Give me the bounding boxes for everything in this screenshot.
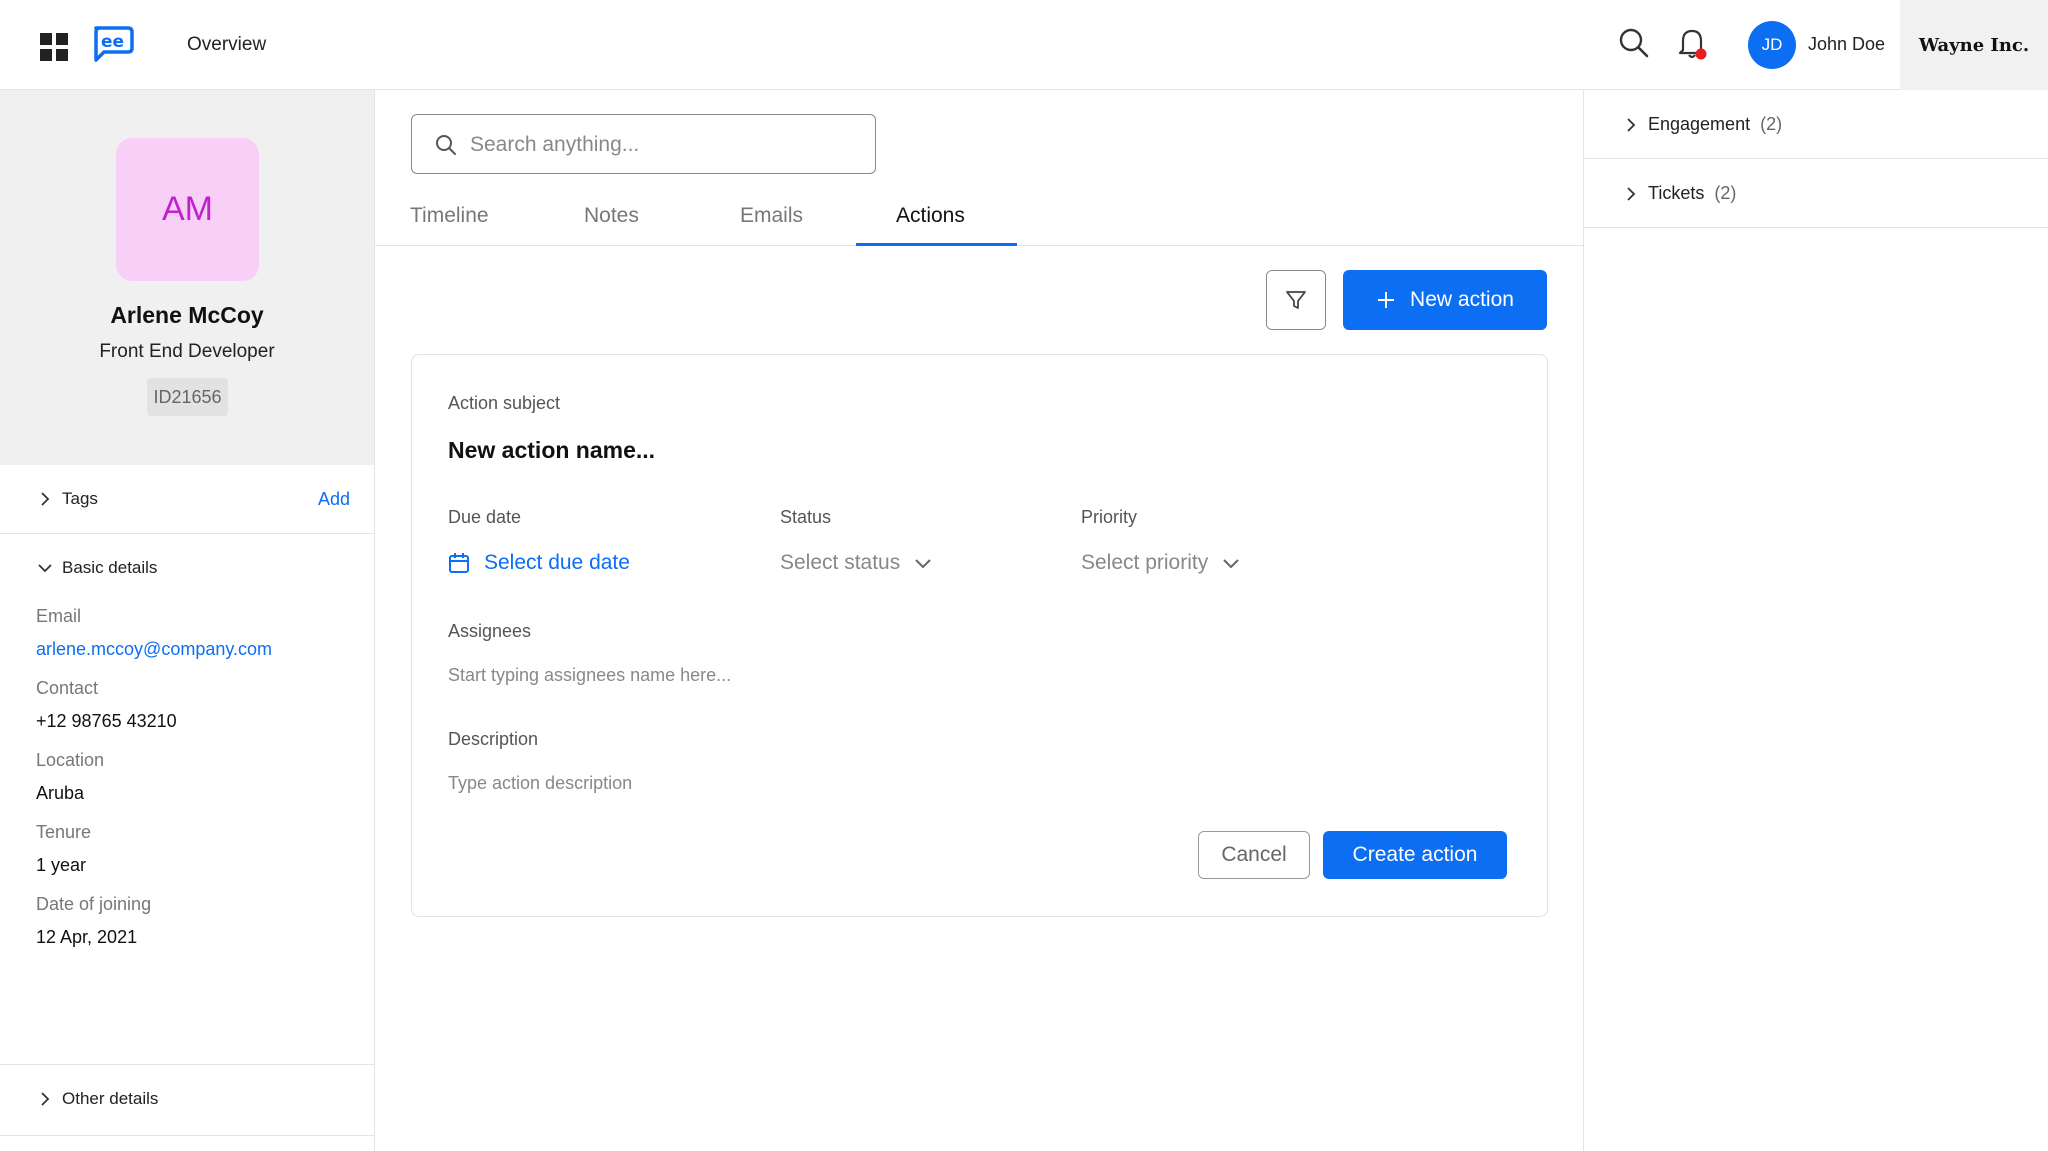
profile-sidebar: AM Arlene McCoy Front End Developer ID21…	[0, 90, 375, 1151]
description-input[interactable]: Type action description	[448, 773, 632, 794]
chevron-down-icon	[38, 564, 52, 573]
profile-name: Arlene McCoy	[110, 302, 264, 328]
nav-overview[interactable]: Overview	[187, 34, 266, 56]
engagement-toggle[interactable]: Engagement (2)	[1624, 114, 1782, 135]
new-action-button[interactable]: New action	[1343, 270, 1547, 330]
svg-text:ee: ee	[101, 32, 124, 52]
active-tab-indicator	[856, 243, 1017, 246]
new-action-label: New action	[1410, 288, 1514, 311]
other-details-title: Other details	[62, 1089, 159, 1108]
cancel-button[interactable]: Cancel	[1198, 831, 1310, 879]
status-value: Select status	[780, 551, 901, 574]
tags-title: Tags	[62, 489, 98, 508]
tab-emails[interactable]: Emails	[740, 204, 803, 228]
search-icon[interactable]	[1618, 27, 1650, 59]
top-bar: ee Overview JD John Doe Wayne Inc.	[0, 0, 2048, 90]
new-action-form: Action subject New action name... Due da…	[411, 354, 1548, 917]
profile-card: AM Arlene McCoy Front End Developer ID21…	[0, 90, 374, 465]
profile-avatar: AM	[116, 138, 259, 281]
user-name[interactable]: John Doe	[1808, 34, 1885, 55]
action-subject-label: Action subject	[448, 393, 561, 413]
chevron-down-icon	[1223, 559, 1239, 569]
due-date-value: Select due date	[484, 551, 630, 574]
search-box[interactable]	[411, 114, 876, 174]
tab-bar: Timeline Notes Emails Actions	[375, 194, 1583, 246]
tickets-title: Tickets	[1648, 183, 1705, 203]
due-date-picker[interactable]: Select due date	[448, 551, 630, 575]
tickets-section: Tickets (2)	[1584, 159, 2048, 228]
create-action-button[interactable]: Create action	[1323, 831, 1507, 879]
chat-logo-icon[interactable]: ee	[90, 24, 134, 64]
tags-toggle[interactable]: Tags	[38, 489, 98, 509]
add-tag-link[interactable]: Add	[318, 489, 350, 510]
location-value: Aruba	[36, 783, 85, 803]
tab-notes[interactable]: Notes	[584, 204, 639, 228]
priority-value: Select priority	[1081, 551, 1209, 574]
chevron-right-icon	[41, 1092, 50, 1106]
chevron-down-icon	[915, 559, 931, 569]
email-label: Email	[36, 606, 82, 626]
basic-details-toggle[interactable]: Basic details	[38, 558, 157, 578]
chevron-right-icon	[41, 492, 50, 506]
chevron-right-icon	[1627, 117, 1636, 132]
tab-actions[interactable]: Actions	[896, 204, 965, 228]
other-details-section: Other details	[0, 1065, 374, 1136]
assignees-label: Assignees	[448, 621, 532, 641]
engagement-section: Engagement (2)	[1584, 90, 2048, 159]
due-date-label: Due date	[448, 507, 522, 527]
tenure-label: Tenure	[36, 822, 92, 842]
status-select[interactable]: Select status	[780, 551, 932, 575]
filter-button[interactable]	[1266, 270, 1326, 330]
engagement-title: Engagement	[1648, 114, 1751, 134]
user-avatar[interactable]: JD	[1748, 21, 1796, 69]
email-value[interactable]: arlene.mccoy@company.com	[36, 639, 272, 660]
tickets-toggle[interactable]: Tickets (2)	[1624, 183, 1736, 204]
filter-icon	[1286, 291, 1306, 309]
organization-switcher[interactable]: Wayne Inc.	[1900, 0, 2048, 90]
bell-icon[interactable]	[1677, 26, 1709, 62]
description-label: Description	[448, 729, 539, 749]
search-icon	[436, 135, 456, 155]
basic-details-section: Basic details Email arlene.mccoy@company…	[0, 534, 374, 1065]
contact-label: Contact	[36, 678, 99, 698]
basic-details-title: Basic details	[62, 558, 158, 577]
action-subject-input[interactable]: New action name...	[448, 437, 655, 464]
priority-label: Priority	[1081, 507, 1138, 527]
status-label: Status	[780, 507, 832, 527]
apps-grid-icon[interactable]	[40, 33, 68, 61]
engagement-count: (2)	[1760, 114, 1783, 134]
contact-value: +12 98765 43210	[36, 711, 177, 731]
profile-id-badge: ID21656	[147, 378, 228, 416]
joining-date-value: 12 Apr, 2021	[36, 927, 138, 947]
chevron-right-icon	[1627, 186, 1636, 201]
search-input[interactable]	[470, 127, 860, 163]
tab-timeline[interactable]: Timeline	[410, 204, 489, 228]
related-panel: Engagement (2) Tickets (2)	[1583, 90, 2048, 1151]
profile-role: Front End Developer	[99, 341, 275, 362]
other-details-toggle[interactable]: Other details	[38, 1089, 158, 1109]
location-label: Location	[36, 750, 105, 770]
joining-date-label: Date of joining	[36, 894, 152, 914]
priority-select[interactable]: Select priority	[1081, 551, 1240, 575]
tenure-value: 1 year	[36, 855, 87, 875]
plus-icon	[1378, 292, 1395, 308]
main-content: Timeline Notes Emails Actions New action…	[375, 90, 1583, 1151]
calendar-icon	[449, 553, 469, 573]
tickets-count: (2)	[1714, 183, 1737, 203]
assignees-input[interactable]: Start typing assignees name here...	[448, 665, 731, 686]
tags-section: Tags Add	[0, 465, 374, 534]
